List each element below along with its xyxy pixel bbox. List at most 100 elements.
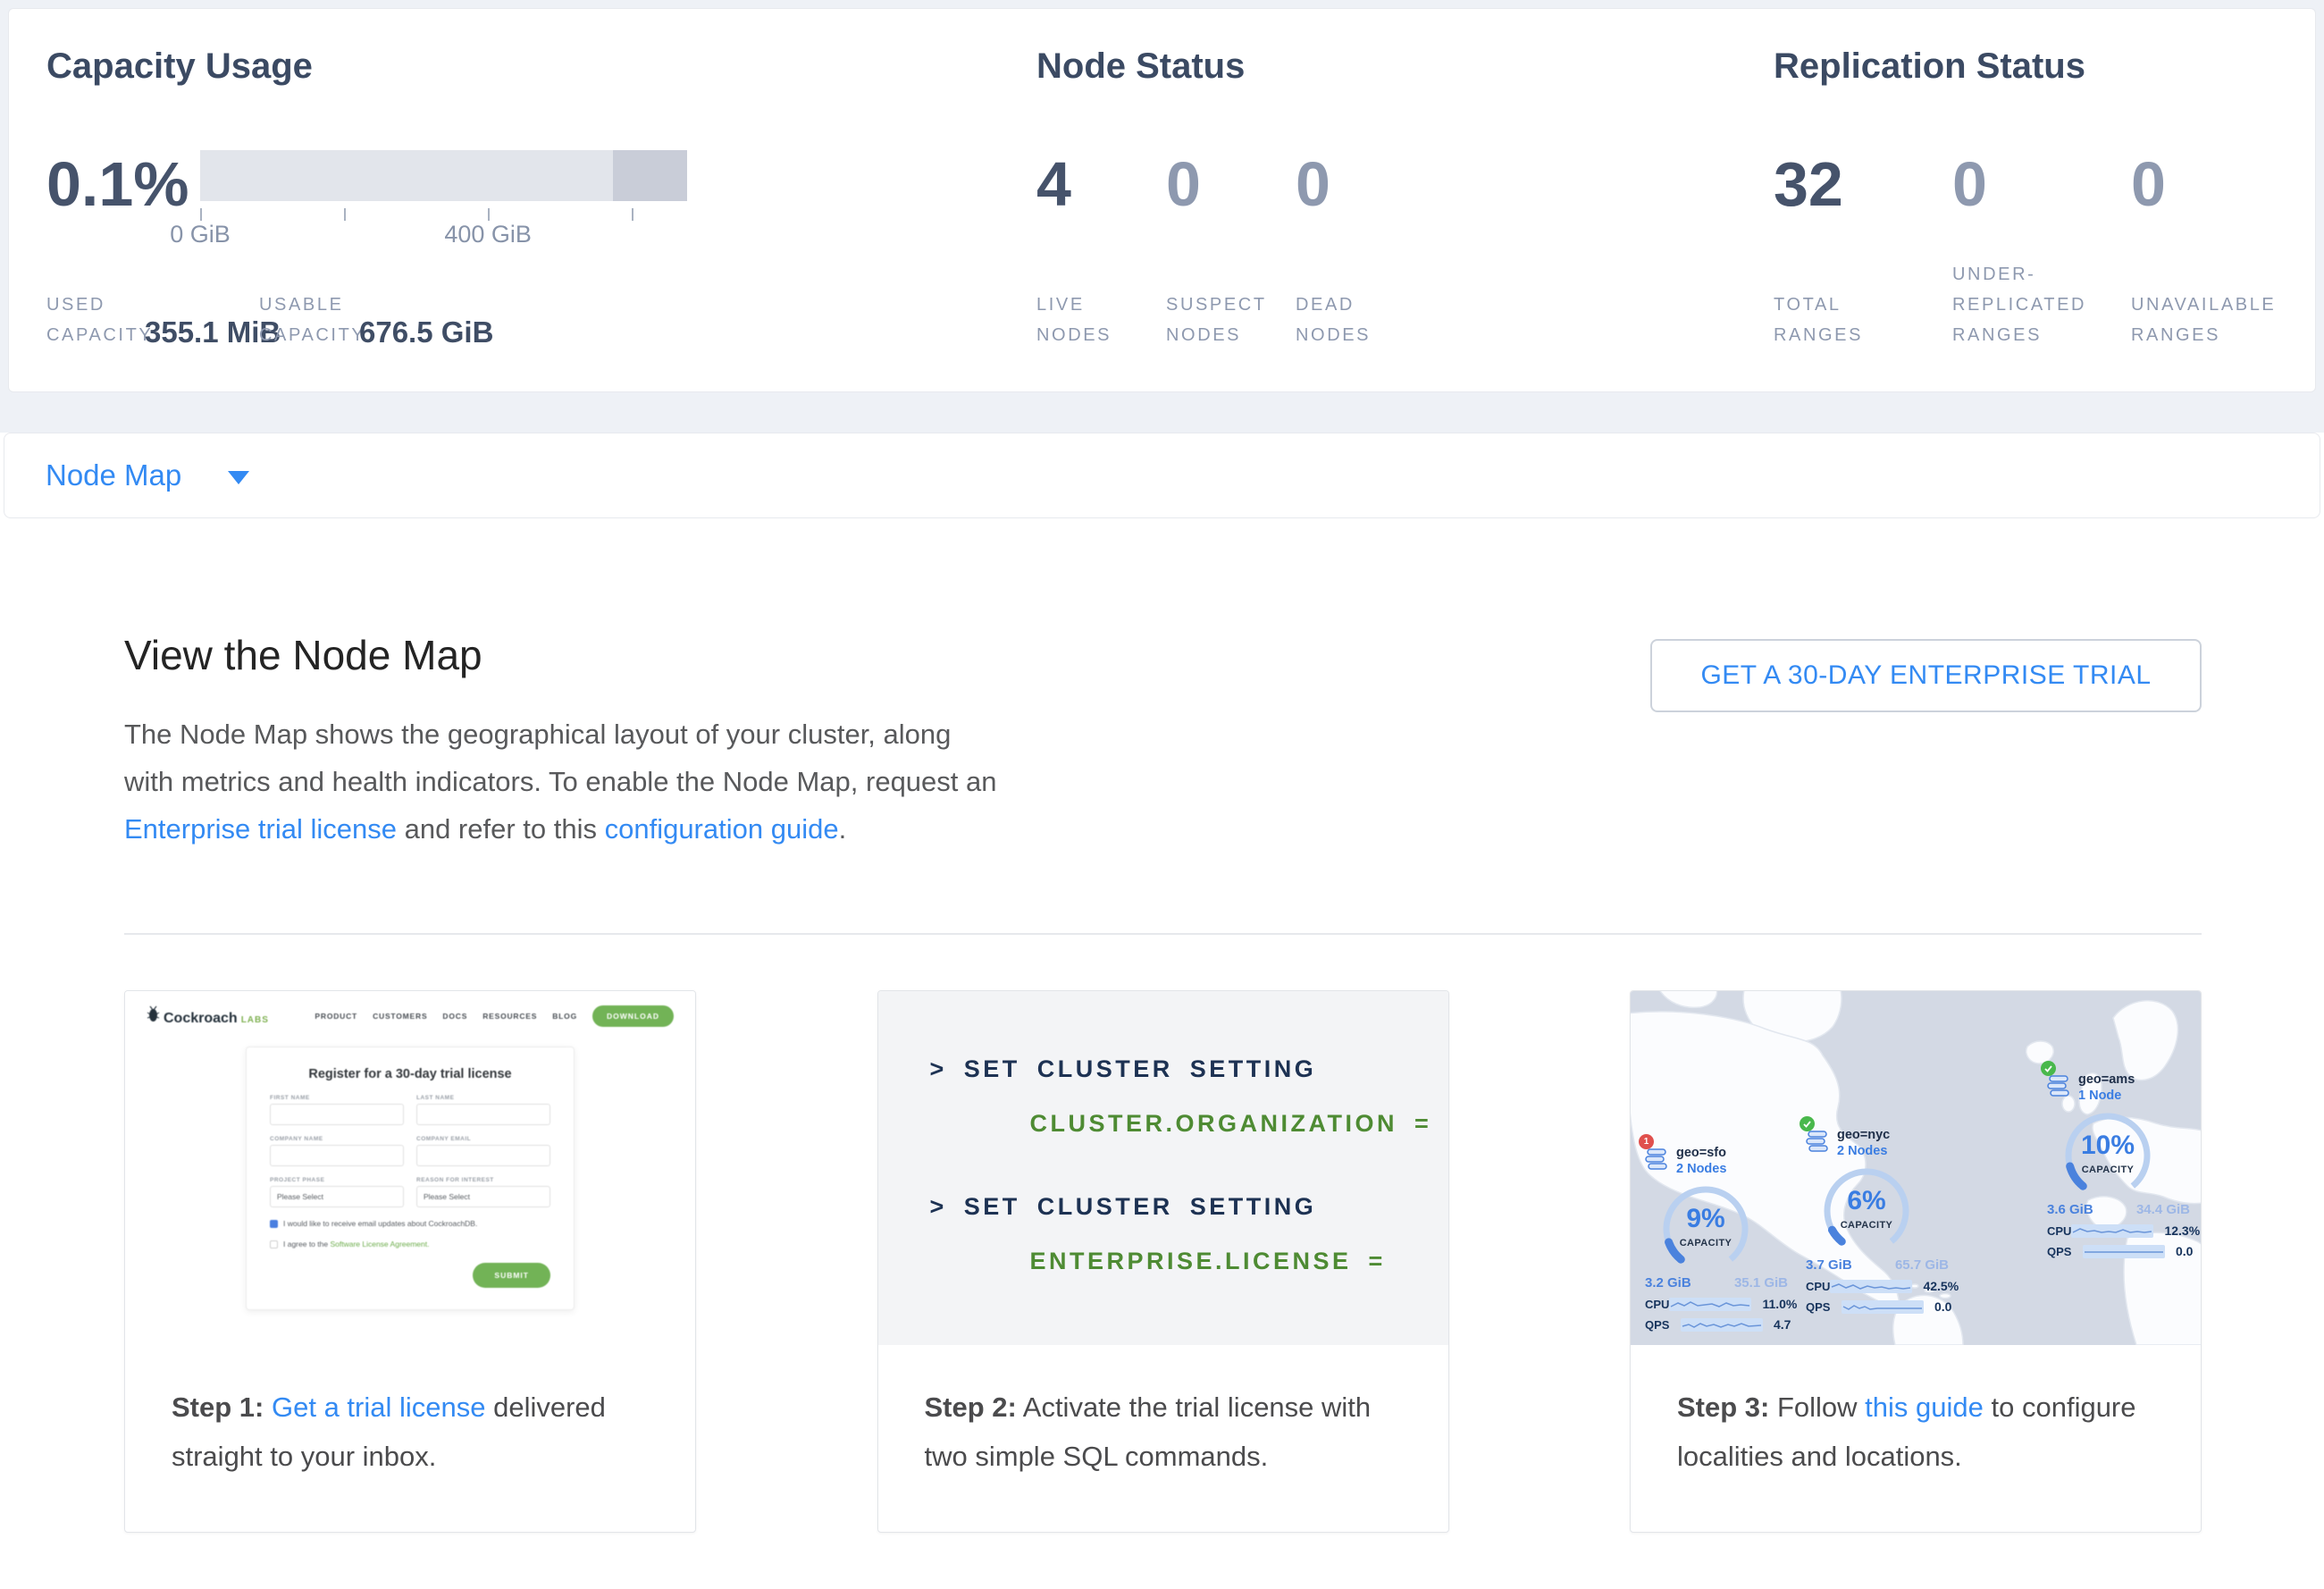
qps-label: QPS: [1645, 1318, 1681, 1332]
intro-block: View the Node Map The Node Map shows the…: [124, 630, 1004, 853]
under-replicated-ranges-label: UNDER-REPLICATED RANGES: [1952, 259, 2131, 350]
intro-paragraph: The Node Map shows the geographical layo…: [124, 710, 1004, 853]
enterprise-trial-license-link[interactable]: Enterprise trial license: [124, 813, 397, 845]
capacity-gauge: 6% CAPACITY: [1811, 1163, 1922, 1257]
node-map-dropdown[interactable]: Node Map: [46, 458, 181, 492]
database-stack-icon: [1806, 1131, 1829, 1152]
used-capacity-value: 355.1 MiB: [145, 315, 250, 350]
healthy-check-icon: [1800, 1116, 1815, 1131]
qps-value: 0.0: [2176, 1244, 2193, 1258]
nav-product: PRODUCT: [315, 1012, 357, 1021]
submit-button: SUBMIT: [473, 1263, 550, 1288]
sql-command-2: > SET CLUSTER SETTING: [930, 1193, 1448, 1221]
sql-command-1: > SET CLUSTER SETTING: [930, 1055, 1448, 1083]
replication-status-section: Replication Status 32 0 0 TOTAL RANGES U…: [1774, 9, 2315, 391]
cpu-value: 11.0%: [1762, 1297, 1797, 1311]
last-name-field: [416, 1104, 550, 1125]
step3-label: Step 3:: [1677, 1391, 1769, 1423]
step3-card: 1 geo=sfo 2 Nodes: [1630, 990, 2202, 1533]
gauge-percent: 9%: [1650, 1204, 1761, 1234]
capacity-bar-dark-segment: [613, 150, 687, 201]
get-enterprise-trial-button[interactable]: GET A 30-DAY ENTERPRISE TRIAL: [1650, 639, 2202, 712]
sql-setting-license: ENTERPRISE.LICENSE =: [1030, 1248, 1448, 1275]
qps-value: 0.0: [1934, 1299, 1951, 1314]
database-stack-icon: [1645, 1148, 1668, 1170]
map-marker-ams: geo=ams 1 Node 10% CAPACITY 3.6 GiB: [2047, 1068, 2197, 1258]
step1-label: Step 1:: [172, 1391, 264, 1423]
capacity-axis-labels: 0 GiB 400 GiB: [200, 221, 687, 249]
qps-label: QPS: [2047, 1245, 2083, 1258]
qps-sparkline: [1842, 1300, 1924, 1314]
nav-customers: CUSTOMERS: [373, 1012, 427, 1021]
step1-screenshot: Cockroach LABS PRODUCT CUSTOMERS DOCS RE…: [125, 991, 695, 1345]
chevron-down-icon[interactable]: [228, 471, 249, 484]
live-nodes-label: LIVE NODES: [1036, 290, 1166, 350]
sql-setting-organization: CLUSTER.ORGANIZATION =: [1030, 1110, 1448, 1138]
steps-row: Cockroach LABS PRODUCT CUSTOMERS DOCS RE…: [124, 990, 2202, 1533]
capacity-used: 3.6 GiB: [2047, 1202, 2093, 1217]
capacity-gauge: 9% CAPACITY: [1650, 1181, 1761, 1275]
configuration-guide-link[interactable]: configuration guide: [605, 813, 839, 845]
this-guide-link[interactable]: this guide: [1865, 1391, 1984, 1423]
step2-caption: Step 2: Activate the trial license with …: [878, 1345, 1448, 1481]
capacity-percent: 0.1%: [46, 143, 200, 225]
view-selector-bar: Node Map: [4, 433, 2320, 518]
unavailable-ranges-label: UNAVAILABLE RANGES: [2131, 290, 2310, 350]
form-title: Register for a 30-day trial license: [270, 1067, 550, 1081]
locality-name: geo=ams: [2078, 1072, 2135, 1088]
capacity-bar: 0 GiB 400 GiB: [200, 143, 687, 225]
node-map-preview: 1 geo=sfo 2 Nodes: [1631, 991, 2201, 1345]
license-agreement-text: I agree to the Software License Agreemen…: [283, 1240, 430, 1248]
suspect-nodes-label: SUSPECT NODES: [1166, 290, 1296, 350]
warning-badge-icon: 1: [1639, 1134, 1654, 1149]
qps-label: QPS: [1806, 1300, 1842, 1314]
summary-zone: Capacity Usage 0.1% 0 GiB 400 Gi: [0, 0, 2324, 433]
step1-card: Cockroach LABS PRODUCT CUSTOMERS DOCS RE…: [124, 990, 696, 1533]
project-phase-label: PROJECT PHASE: [270, 1177, 404, 1183]
map-marker-nyc: geo=nyc 2 Nodes 6% CAPACITY 3.7 GiB: [1806, 1123, 1956, 1314]
axis-label-0gib: 0 GiB: [170, 221, 231, 248]
locality-node-count: 1 Node: [2078, 1088, 2135, 1104]
cpu-sparkline: [1669, 1298, 1751, 1311]
section-divider: [124, 933, 2202, 935]
locality-name: geo=sfo: [1676, 1145, 1726, 1161]
reason-select: Please Select: [416, 1186, 550, 1207]
software-license-link: Software License Agreement.: [330, 1240, 429, 1248]
unavailable-ranges-value: 0: [2131, 143, 2310, 225]
company-name-field: [270, 1145, 404, 1166]
gauge-capacity-label: CAPACITY: [1811, 1220, 1922, 1231]
suspect-nodes-value: 0: [1166, 143, 1296, 225]
license-agreement-checkbox: [270, 1240, 278, 1248]
usable-capacity-label: USABLE CAPACITY: [259, 290, 352, 350]
cockroach-site-thumbnail: Cockroach LABS PRODUCT CUSTOMERS DOCS RE…: [125, 991, 695, 1345]
capacity-usage-title: Capacity Usage: [46, 46, 1036, 89]
brand-suffix: LABS: [241, 1015, 269, 1025]
step2-card: > SET CLUSTER SETTING CLUSTER.ORGANIZATI…: [877, 990, 1449, 1533]
step1-caption: Step 1: Get a trial license delivered st…: [125, 1345, 695, 1481]
capacity-total: 35.1 GiB: [1734, 1275, 1788, 1291]
nav-resources: RESOURCES: [482, 1012, 537, 1021]
email-updates-checkbox: [270, 1220, 278, 1228]
axis-label-400gib: 400 GiB: [444, 221, 532, 248]
dead-nodes-value: 0: [1296, 143, 1425, 225]
cockroach-bug-icon: [147, 1005, 160, 1022]
locality-node-count: 2 Nodes: [1837, 1143, 1890, 1159]
capacity-total: 34.4 GiB: [2136, 1202, 2190, 1217]
node-status-title: Node Status: [1036, 46, 1774, 89]
node-status-section: Node Status 4 0 0 LIVE NODES SUSPECT NOD…: [1036, 9, 1774, 391]
dead-nodes-label: DEAD NODES: [1296, 290, 1425, 350]
database-stack-icon: [2047, 1075, 2070, 1097]
healthy-check-icon: [2041, 1061, 2056, 1076]
step2-label: Step 2:: [925, 1391, 1017, 1423]
get-trial-license-link[interactable]: Get a trial license: [272, 1391, 486, 1423]
gauge-percent: 6%: [1811, 1186, 1922, 1216]
site-nav: PRODUCT CUSTOMERS DOCS RESOURCES BLOG DO…: [315, 1005, 674, 1027]
node-map-content: View the Node Map The Node Map shows the…: [0, 518, 2324, 1533]
used-capacity-label: USED CAPACITY: [46, 290, 138, 350]
nav-blog: BLOG: [552, 1012, 577, 1021]
gauge-percent: 10%: [2052, 1131, 2163, 1161]
map-marker-sfo: 1 geo=sfo 2 Nodes: [1645, 1141, 1795, 1332]
total-ranges-value: 32: [1774, 143, 1952, 225]
cpu-sparkline: [1830, 1280, 1912, 1293]
capacity-used: 3.2 GiB: [1645, 1275, 1691, 1291]
